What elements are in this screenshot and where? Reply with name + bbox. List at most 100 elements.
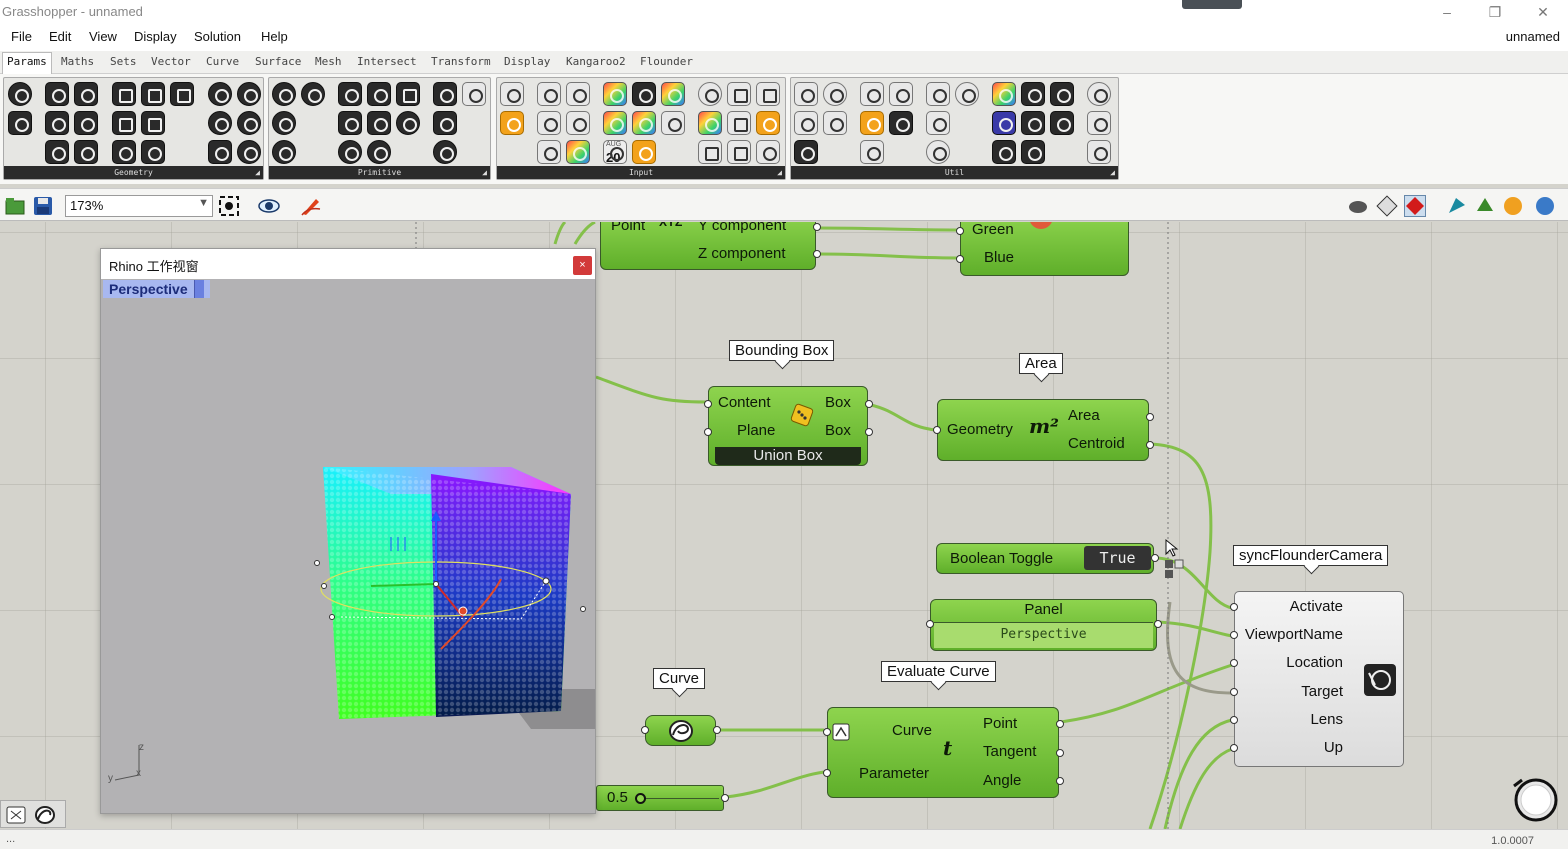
tab-intersect[interactable]: Intersect	[357, 55, 417, 68]
image-sampler-icon[interactable]	[632, 140, 656, 164]
seven-icon[interactable]	[1021, 82, 1045, 106]
rhino-window-close-button[interactable]: ×	[573, 256, 592, 275]
loop-icon[interactable]	[756, 140, 780, 164]
data-param-icon[interactable]	[396, 82, 420, 106]
maximize-button[interactable]: ❐	[1472, 0, 1518, 24]
preview-icon[interactable]	[992, 82, 1016, 106]
text-param-icon[interactable]	[301, 82, 325, 106]
import-xyz-icon[interactable]	[727, 82, 751, 106]
fractal-icon[interactable]	[698, 82, 722, 106]
tab-maths[interactable]: Maths	[61, 55, 94, 68]
jump-icon[interactable]	[860, 82, 884, 106]
import-image-icon[interactable]	[727, 111, 751, 135]
toggle-value[interactable]: True	[1084, 546, 1151, 570]
output-port[interactable]	[1154, 620, 1162, 628]
zoom-extents-icon[interactable]	[218, 195, 240, 217]
curve-tool-icon[interactable]	[34, 805, 56, 825]
loop-param-icon[interactable]	[237, 111, 261, 135]
tab-vector[interactable]: Vector	[151, 55, 191, 68]
union-box-mode[interactable]: Union Box	[715, 447, 861, 465]
tab-curve[interactable]: Curve	[206, 55, 239, 68]
panel-component[interactable]: Panel Perspective	[926, 599, 1162, 651]
menu-help[interactable]: Help	[261, 29, 288, 44]
culture-param-icon[interactable]	[433, 111, 457, 135]
sphere-icon[interactable]	[1087, 82, 1111, 106]
menu-file[interactable]: File	[11, 29, 32, 44]
input-port[interactable]	[1230, 659, 1238, 667]
guid-param-icon[interactable]	[338, 140, 362, 164]
material-sphere-icon[interactable]	[1502, 195, 1524, 217]
glasses-icon[interactable]	[794, 82, 818, 106]
filter-icon[interactable]	[889, 82, 913, 106]
vb-icon[interactable]	[1021, 140, 1045, 164]
input-port[interactable]	[1230, 603, 1238, 611]
input-port[interactable]	[1230, 744, 1238, 752]
input-port[interactable]	[1230, 688, 1238, 696]
shader-param-icon[interactable]	[433, 82, 457, 106]
import-3dm-icon[interactable]	[698, 140, 722, 164]
tab-flounder[interactable]: Flounder	[640, 55, 693, 68]
cherry-icon[interactable]	[794, 111, 818, 135]
tab-transform[interactable]: Transform	[431, 55, 491, 68]
colour-param-icon[interactable]	[462, 82, 486, 106]
zoom-select[interactable]: 173% ▼	[65, 195, 213, 217]
input-port[interactable]	[823, 728, 831, 736]
menu-solution[interactable]: Solution	[194, 29, 241, 44]
button-object-icon[interactable]	[537, 82, 561, 106]
grid-param-icon[interactable]	[367, 111, 391, 135]
matrix-param-icon[interactable]	[367, 82, 391, 106]
control-knob-icon[interactable]	[566, 111, 590, 135]
colour-rgb-component[interactable]: Green Blue	[956, 222, 1129, 276]
import-icon[interactable]	[500, 82, 524, 106]
plane-param-icon[interactable]	[74, 111, 98, 135]
interval-param-icon[interactable]	[338, 111, 362, 135]
arrow-outline-icon[interactable]	[926, 111, 950, 135]
twisted-box-param-icon[interactable]	[170, 82, 194, 106]
input-port[interactable]	[1230, 716, 1238, 724]
output-port[interactable]	[865, 428, 873, 436]
wave-param-icon[interactable]	[237, 82, 261, 106]
display-sphere-icon[interactable]	[1534, 195, 1556, 217]
output-port[interactable]	[1056, 777, 1064, 785]
menu-view[interactable]: View	[89, 29, 117, 44]
save-file-icon[interactable]	[32, 195, 54, 217]
deconstruct-point-component[interactable]: Point XYZ Y component Z component	[600, 222, 821, 270]
input-port[interactable]	[704, 428, 712, 436]
output-port[interactable]	[1056, 720, 1064, 728]
import-pdb-icon[interactable]	[727, 140, 751, 164]
input-port[interactable]	[704, 400, 712, 408]
boolean-toggle-icon[interactable]	[537, 111, 561, 135]
output-port[interactable]	[1056, 749, 1064, 757]
input-port[interactable]	[926, 620, 934, 628]
input-port[interactable]	[641, 726, 649, 734]
tree-icon[interactable]	[794, 140, 818, 164]
complex-param-icon[interactable]	[433, 140, 457, 164]
dots-icon[interactable]	[1021, 111, 1045, 135]
open-file-icon[interactable]	[4, 195, 26, 217]
surface-param-icon[interactable]	[141, 111, 165, 135]
tab-params[interactable]: Params	[2, 52, 52, 74]
transform-param-icon[interactable]	[141, 140, 165, 164]
input-port[interactable]	[1230, 631, 1238, 639]
boolean-param-icon[interactable]	[272, 82, 296, 106]
menu-display[interactable]: Display	[134, 29, 177, 44]
output-port[interactable]	[813, 250, 821, 258]
script-pr-icon[interactable]	[992, 111, 1016, 135]
calendar-icon[interactable]: AUG 20	[603, 140, 627, 165]
timer-icon[interactable]	[955, 82, 979, 106]
arc-param-icon[interactable]	[208, 82, 232, 106]
slider-handle[interactable]	[635, 793, 646, 804]
spiral-param-icon[interactable]	[208, 111, 232, 135]
spellcheck-icon[interactable]	[823, 111, 847, 135]
domain-param-icon[interactable]	[338, 82, 362, 106]
preview-eye-icon[interactable]	[258, 195, 280, 217]
preview-off-icon[interactable]	[1347, 195, 1369, 217]
cycle-param-icon[interactable]	[237, 140, 261, 164]
area-component[interactable]: Geometry m² Area Centroid	[933, 399, 1154, 461]
sketch-pen-icon[interactable]	[300, 195, 322, 217]
canvas-navigator-icon[interactable]	[1508, 774, 1560, 826]
number-param-icon[interactable]	[272, 140, 296, 164]
tab-kangaroo2[interactable]: Kangaroo2	[566, 55, 626, 68]
text-a-icon[interactable]	[1050, 111, 1074, 135]
vector-param-icon[interactable]	[8, 111, 32, 135]
